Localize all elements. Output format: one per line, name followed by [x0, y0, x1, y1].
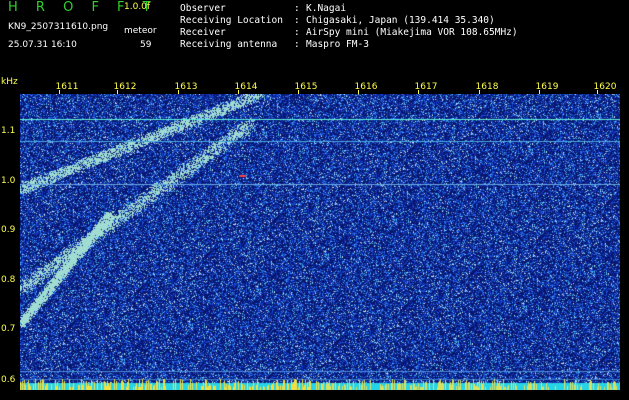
receiver-label: Receiver	[180, 27, 226, 38]
spectrogram-canvas	[20, 94, 620, 390]
header-panel: H R O F F T 1.0.0f KN9_2507311610.png me…	[0, 0, 629, 76]
filename-label: KN9_2507311610.png	[8, 22, 109, 32]
antenna-value: Maspro FM-3	[306, 39, 369, 50]
mode-label: meteor	[124, 26, 157, 36]
receiver-value: AirSpy mini (Miakejima VOR 108.65MHz)	[306, 27, 518, 38]
y-tick-label: 0.9	[1, 225, 16, 235]
observer-value: K.Nagai	[306, 3, 347, 14]
location-label: Receiving Location	[180, 15, 283, 26]
observer-label: Observer	[180, 3, 226, 14]
antenna-label: Receiving antenna	[180, 39, 278, 50]
y-tick-label: 1.0	[1, 176, 16, 186]
y-tick-label: 1.1	[1, 126, 16, 136]
y-tick-label: 0.6	[1, 375, 16, 385]
location-value: Chigasaki, Japan (139.414 35.340)	[306, 15, 495, 26]
y-tick-label: 0.7	[1, 324, 16, 334]
datetime-label: 25.07.31 16:10	[8, 40, 77, 50]
count-label: 59	[140, 40, 152, 50]
x-axis-ticks: 1611 1612 1613 1614 1615 1616 1617 1618 1619 1620	[0, 76, 629, 94]
y-tick-label: 0.8	[1, 275, 16, 285]
version-label: 1.0.0f	[124, 2, 151, 12]
